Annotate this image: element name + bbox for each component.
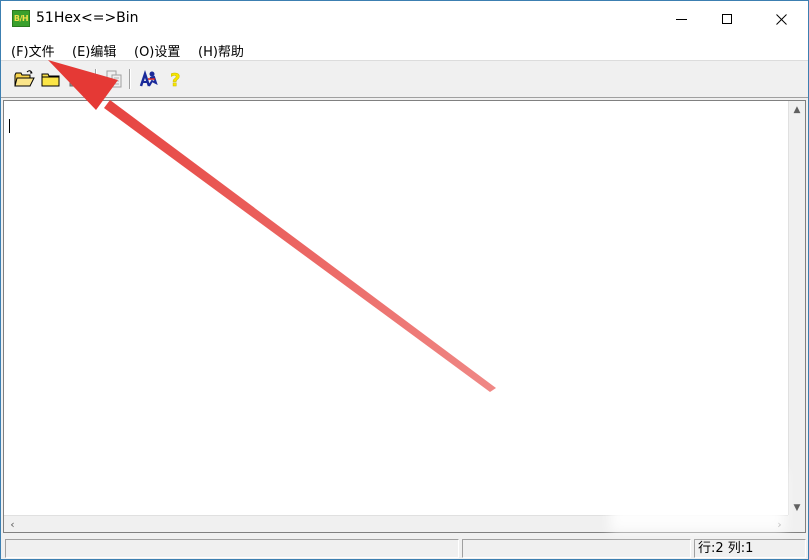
window-title: 51Hex<=>Bin	[36, 10, 139, 26]
text-caret	[9, 119, 10, 133]
maximize-button[interactable]	[704, 1, 750, 37]
help-question-icon: ?	[170, 70, 181, 92]
menu-edit[interactable]: (E)编辑	[72, 41, 116, 60]
help-button[interactable]: ?	[164, 68, 186, 92]
close-icon	[775, 13, 787, 25]
menu-settings[interactable]: (O)设置	[134, 41, 180, 60]
status-panel-secondary	[462, 539, 691, 558]
vertical-scrollbar[interactable]: ▲ ▼	[788, 101, 805, 516]
new-folder-icon	[41, 73, 60, 87]
scroll-left-icon[interactable]: ‹	[4, 516, 21, 532]
convert-run-icon	[139, 70, 158, 87]
text-editor[interactable]: ▲ ▼ ‹ ›	[3, 100, 806, 533]
svg-text:?: ?	[170, 70, 180, 90]
maximize-icon	[722, 14, 732, 24]
menu-help[interactable]: (H)帮助	[198, 41, 244, 60]
status-panel-main	[5, 539, 459, 558]
convert-button[interactable]	[137, 68, 159, 90]
open-file-button[interactable]	[13, 68, 35, 90]
copy-icon	[106, 70, 122, 88]
title-bar[interactable]: B/H 51Hex<=>Bin	[1, 1, 808, 37]
menu-file[interactable]: (F)文件	[11, 41, 55, 60]
menu-bar: (F)文件 (E)编辑 (O)设置 (H)帮助	[1, 37, 808, 61]
toolbar: ?	[1, 62, 808, 98]
open-folder-icon	[14, 70, 35, 87]
toolbar-separator	[129, 69, 131, 89]
new-folder-button[interactable]	[40, 68, 62, 90]
status-cursor-position: 行:2 列:1	[694, 539, 806, 558]
scroll-up-icon[interactable]: ▲	[789, 101, 805, 118]
copy-button[interactable]	[104, 68, 126, 90]
watermark-blur	[610, 470, 785, 532]
close-button[interactable]	[758, 1, 804, 37]
app-icon: B/H	[12, 10, 30, 27]
scroll-down-icon[interactable]: ▼	[789, 499, 805, 516]
toolbar-separator	[95, 69, 97, 89]
save-button[interactable]	[67, 68, 89, 90]
minimize-button[interactable]	[658, 1, 704, 37]
save-icon	[69, 72, 87, 87]
status-bar: 行:2 列:1	[1, 536, 808, 559]
minimize-icon	[675, 18, 687, 20]
scroll-corner	[788, 515, 805, 532]
